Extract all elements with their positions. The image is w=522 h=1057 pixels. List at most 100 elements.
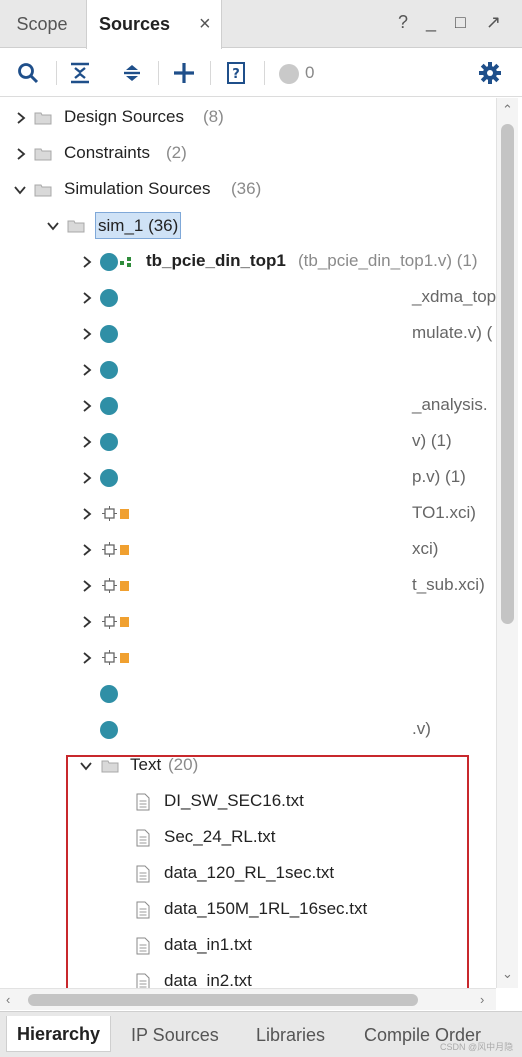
chevron-right-icon[interactable]: [14, 111, 28, 125]
chevron-right-icon[interactable]: [80, 507, 94, 521]
scroll-down-icon[interactable]: ⌄: [502, 966, 513, 982]
tree-item-detail: t_sub.xci): [412, 575, 485, 594]
float-icon[interactable]: ↗: [486, 12, 501, 33]
verilog-module-icon: [100, 325, 118, 343]
minimize-icon[interactable]: _: [426, 12, 436, 33]
tree-item-label: DI_SW_SEC16.txt: [164, 791, 304, 810]
message-count: 0: [305, 63, 315, 82]
expand-all-icon[interactable]: [118, 59, 146, 87]
collapse-all-icon[interactable]: [66, 59, 94, 87]
tree-item-top-module[interactable]: tb_pcie_din_top1 (tb_pcie_din_top1.v) (1…: [0, 245, 496, 279]
chevron-right-icon[interactable]: [80, 435, 94, 449]
tree-item-ip[interactable]: [0, 605, 496, 639]
folder-open-icon: [101, 760, 119, 773]
scroll-left-icon[interactable]: ‹: [6, 992, 10, 1007]
tree-item-text-folder[interactable]: Text (20): [0, 749, 496, 783]
tree-item-text-file[interactable]: data_150M_1RL_16sec.txt: [0, 893, 496, 927]
tab-libraries[interactable]: Libraries: [256, 1020, 325, 1050]
vertical-scrollbar[interactable]: ⌃ ⌄: [496, 98, 518, 988]
tab-sources[interactable]: Sources ×: [86, 0, 222, 49]
tree-item-design-sources[interactable]: Design Sources (8): [0, 101, 496, 135]
tree-item-module[interactable]: .v): [0, 713, 496, 747]
tree-item-label: Design Sources: [64, 107, 185, 126]
tree-item-text-file[interactable]: Sec_24_RL.txt: [0, 821, 496, 855]
tree-item-simulation-sources[interactable]: Simulation Sources (36): [0, 173, 496, 207]
tree-item-detail: _analysis.: [412, 395, 488, 414]
tab-ip-sources[interactable]: IP Sources: [131, 1020, 219, 1050]
tree-item-sim-1[interactable]: sim_1 (36): [0, 209, 496, 243]
tree-item-module[interactable]: v) (1): [0, 425, 496, 459]
verilog-module-icon: [100, 433, 118, 451]
tree-item-text-file[interactable]: DI_SW_SEC16.txt: [0, 785, 496, 819]
ip-core-icon: [102, 542, 129, 557]
tree-item-module[interactable]: _analysis.: [0, 389, 496, 423]
vertical-scroll-thumb[interactable]: [501, 124, 514, 624]
tree-item-detail: v) (1): [412, 431, 452, 450]
folder-open-icon: [67, 220, 85, 233]
chevron-down-icon[interactable]: [13, 183, 27, 197]
tree-item-ip[interactable]: TO1.xci): [0, 497, 496, 531]
horizontal-scrollbar[interactable]: ‹ ›: [0, 988, 496, 1010]
text-file-icon: [136, 901, 150, 919]
tree-item-constraints[interactable]: Constraints (2): [0, 137, 496, 171]
tree-item-module[interactable]: p.v) (1): [0, 461, 496, 495]
horizontal-scroll-thumb[interactable]: [28, 994, 418, 1006]
tree-item-label: Sec_24_RL.txt: [164, 827, 276, 846]
gear-icon[interactable]: [476, 59, 504, 87]
messages-icon[interactable]: [279, 64, 299, 84]
tree-item-module[interactable]: [0, 677, 496, 711]
chevron-right-icon[interactable]: [80, 255, 94, 269]
top-module-icon: [120, 257, 131, 267]
tree-item-text-file[interactable]: data_in2.txt: [0, 965, 496, 988]
tree-item-detail: xci): [412, 539, 439, 558]
chevron-right-icon[interactable]: [80, 543, 94, 557]
chevron-right-icon[interactable]: [80, 579, 94, 593]
chevron-right-icon[interactable]: [80, 651, 94, 665]
verilog-module-icon: [100, 253, 118, 271]
chevron-right-icon[interactable]: [80, 327, 94, 341]
scroll-right-icon[interactable]: ›: [480, 992, 484, 1007]
ip-core-icon: [102, 614, 129, 629]
tree-item-count: (2): [166, 143, 187, 162]
tree-item-label: Text: [130, 755, 162, 774]
tree-item-module[interactable]: _xdma_top: [0, 281, 496, 315]
scroll-up-icon[interactable]: ⌃: [502, 102, 513, 118]
tree-item-label: data_120_RL_1sec.txt: [164, 863, 335, 882]
tree-item-module[interactable]: [0, 353, 496, 387]
tree-item-label: tb_pcie_din_top1: [146, 251, 286, 270]
tab-hierarchy[interactable]: Hierarchy: [6, 1016, 112, 1052]
folder-icon: [34, 112, 52, 125]
chevron-right-icon[interactable]: [14, 147, 28, 161]
tree-item-ip[interactable]: xci): [0, 533, 496, 567]
tree-item-ip[interactable]: [0, 641, 496, 675]
tree-item-module[interactable]: mulate.v) (: [0, 317, 496, 351]
chevron-right-icon[interactable]: [80, 615, 94, 629]
text-file-icon: [136, 865, 150, 883]
text-file-icon: [136, 793, 150, 811]
tree-item-detail: TO1.xci): [412, 503, 476, 522]
chevron-right-icon[interactable]: [80, 363, 94, 377]
toolbar-separator: [56, 61, 57, 85]
search-icon[interactable]: [14, 59, 42, 87]
chevron-right-icon[interactable]: [80, 291, 94, 305]
chevron-right-icon[interactable]: [80, 399, 94, 413]
tab-scope[interactable]: Scope: [0, 0, 84, 48]
chevron-down-icon[interactable]: [46, 219, 60, 233]
text-file-icon: [136, 829, 150, 847]
chevron-right-icon[interactable]: [80, 471, 94, 485]
source-file-properties-icon[interactable]: ?: [222, 59, 250, 87]
help-icon[interactable]: ?: [398, 12, 408, 33]
tree-item-detail: p.v) (1): [412, 467, 466, 486]
close-icon[interactable]: ×: [199, 0, 211, 48]
tree-item-label: Simulation Sources: [64, 179, 211, 198]
tree-item-ip[interactable]: t_sub.xci): [0, 569, 496, 603]
add-sources-icon[interactable]: [170, 59, 198, 87]
chevron-down-icon[interactable]: [79, 759, 93, 773]
text-file-icon: [136, 973, 150, 988]
tree-item-text-file[interactable]: data_120_RL_1sec.txt: [0, 857, 496, 891]
verilog-module-icon: [100, 685, 118, 703]
maximize-icon[interactable]: □: [455, 12, 466, 33]
tree-item-text-file[interactable]: data_in1.txt: [0, 929, 496, 963]
tree-item-count: (36): [231, 179, 262, 198]
toolbar-separator: [158, 61, 159, 85]
